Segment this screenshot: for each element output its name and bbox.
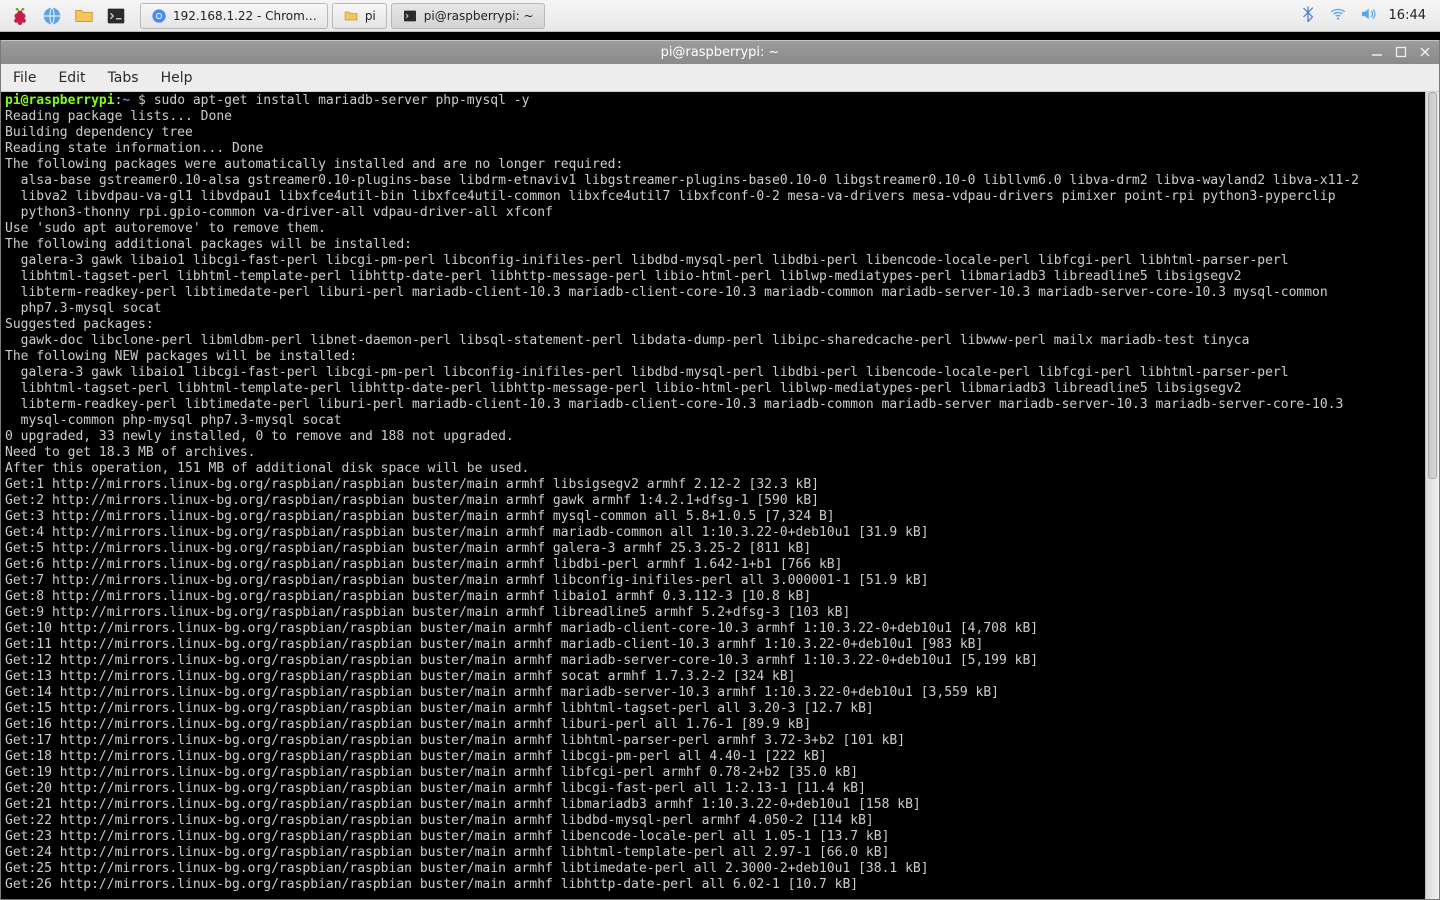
file-manager-icon[interactable] bbox=[70, 3, 98, 29]
bluetooth-icon[interactable] bbox=[1299, 5, 1317, 27]
scrollbar[interactable] bbox=[1425, 92, 1439, 899]
menu-help[interactable]: Help bbox=[161, 70, 193, 86]
titlebar[interactable]: pi@raspberrypi: ~ bbox=[1, 40, 1439, 64]
window-controls bbox=[1369, 44, 1433, 60]
task-filemanager[interactable]: pi bbox=[332, 3, 387, 29]
wifi-icon[interactable] bbox=[1329, 5, 1347, 27]
maximize-button[interactable] bbox=[1393, 44, 1409, 60]
menu-file[interactable]: File bbox=[13, 70, 36, 86]
clock[interactable]: 16:44 bbox=[1389, 8, 1426, 23]
web-browser-icon[interactable] bbox=[38, 3, 66, 29]
folder-icon bbox=[343, 8, 359, 24]
raspberry-menu-icon[interactable] bbox=[6, 3, 34, 29]
terminal-launcher-icon[interactable] bbox=[102, 3, 130, 29]
task-label: 192.168.1.22 - Chrom… bbox=[173, 9, 317, 23]
chrome-icon bbox=[151, 8, 167, 24]
volume-icon[interactable] bbox=[1359, 5, 1377, 27]
scrollbar-thumb[interactable] bbox=[1428, 92, 1437, 479]
taskbar: 192.168.1.22 - Chrom… pi pi@raspberrypi:… bbox=[0, 0, 1440, 32]
menu-tabs[interactable]: Tabs bbox=[108, 70, 139, 86]
minimize-button[interactable] bbox=[1369, 44, 1385, 60]
launcher-area bbox=[0, 3, 136, 29]
terminal-body[interactable]: pi@raspberrypi:~ $ sudo apt-get install … bbox=[1, 92, 1439, 899]
close-button[interactable] bbox=[1417, 44, 1433, 60]
task-terminal[interactable]: pi@raspberrypi: ~ bbox=[391, 3, 545, 29]
menubar: File Edit Tabs Help bbox=[1, 64, 1439, 92]
system-tray: 16:44 bbox=[1299, 5, 1440, 27]
terminal-text: pi@raspberrypi:~ $ sudo apt-get install … bbox=[1, 92, 1439, 893]
task-label: pi@raspberrypi: ~ bbox=[424, 9, 534, 23]
terminal-icon bbox=[402, 8, 418, 24]
menu-edit[interactable]: Edit bbox=[58, 70, 85, 86]
task-label: pi bbox=[365, 9, 376, 23]
task-chromium[interactable]: 192.168.1.22 - Chrom… bbox=[140, 3, 328, 29]
terminal-window: pi@raspberrypi: ~ File Edit Tabs Help pi… bbox=[0, 40, 1440, 900]
window-title: pi@raspberrypi: ~ bbox=[661, 45, 780, 60]
